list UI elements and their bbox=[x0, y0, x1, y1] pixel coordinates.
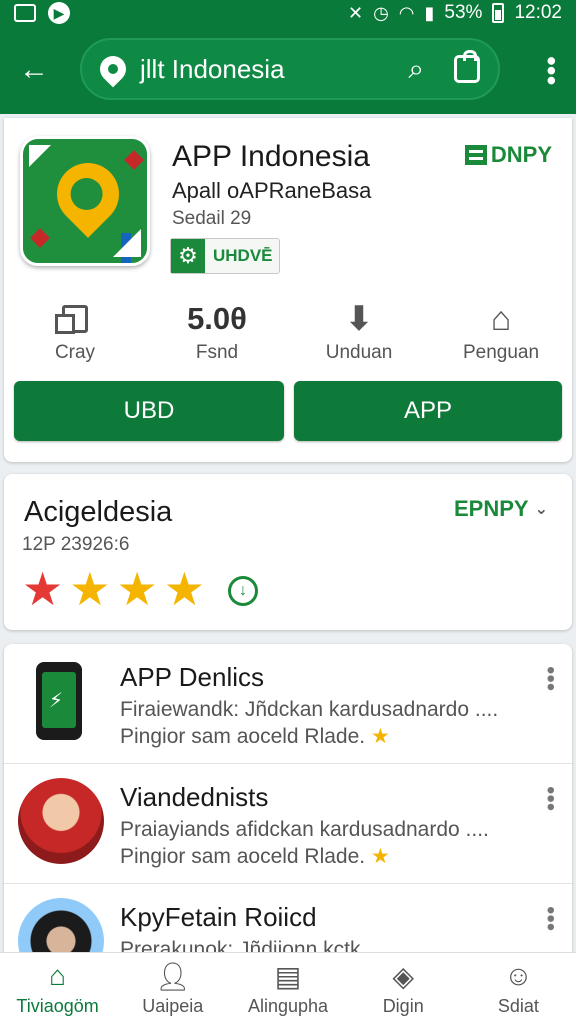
star-icon[interactable]: ★ bbox=[69, 566, 110, 612]
star-icon[interactable]: ★ bbox=[164, 566, 205, 612]
signal-icon: ▮ bbox=[424, 3, 435, 23]
nav-item-profile[interactable]: 👤︎ Uaipeia bbox=[115, 953, 230, 1024]
wifi-icon: ◠ bbox=[398, 3, 415, 23]
content-badge: ⚙ UHDVĒ bbox=[170, 238, 280, 274]
more-options-icon[interactable]: ••• bbox=[537, 906, 564, 931]
star-icon: ★ bbox=[370, 845, 390, 868]
clock: 12:02 bbox=[514, 2, 562, 23]
copy-icon bbox=[55, 305, 88, 334]
rating-meta: 12P 23926:6 bbox=[22, 534, 130, 555]
rating-title: Acigeldesia bbox=[24, 496, 173, 528]
overflow-menu-icon[interactable]: ••• bbox=[536, 56, 567, 85]
battery-icon bbox=[492, 3, 505, 23]
nav-item-account[interactable]: ☺ Sdiat bbox=[461, 953, 576, 1024]
chevron-down-icon: ⌄ bbox=[534, 501, 548, 518]
rating-card: Acigeldesia 12P 23926:6 EPNPY ⌄ ★ ★ ★ ★ … bbox=[4, 474, 572, 630]
mute-icon: ✕ bbox=[347, 3, 364, 23]
stat-cray[interactable]: Cray bbox=[4, 300, 146, 370]
brand-mark-icon bbox=[464, 145, 487, 165]
download-icon: ⬇ bbox=[344, 300, 374, 338]
status-bar: ▶ ✕ ◷ ◠ ▮ 53% 12:02 bbox=[0, 0, 576, 26]
star-icon: ★ bbox=[370, 725, 390, 748]
bottom-navigation: ⌂ Tiviaogöm 👤︎ Uaipeia ▤ Alinguрha ◈ Dig… bbox=[0, 952, 576, 1024]
stat-penguan[interactable]: ⌂ Penguan bbox=[430, 300, 572, 370]
location-pin-icon bbox=[94, 50, 132, 88]
search-icon[interactable]: ⌕ bbox=[408, 53, 424, 86]
account-icon: ☺ bbox=[504, 960, 533, 991]
avatar bbox=[18, 778, 104, 864]
more-options-icon[interactable]: ••• bbox=[537, 786, 564, 811]
back-arrow-icon[interactable]: ← bbox=[14, 52, 54, 88]
install-button[interactable]: APP bbox=[294, 381, 562, 441]
app-details-card: APP Indonesia Apall oAPRaneBasa Sedail 2… bbox=[4, 118, 572, 462]
download-circle-icon[interactable]: ↓ bbox=[228, 576, 258, 606]
house-icon: ⌂ bbox=[490, 299, 512, 338]
star-icon[interactable]: ★ bbox=[117, 566, 158, 612]
gear-icon: ⚙ bbox=[171, 239, 205, 273]
phone-icon bbox=[18, 658, 104, 744]
star-icon[interactable]: ★ bbox=[22, 566, 63, 612]
app-stats: Cray 5.0θ Fsnd ⬇ Unduan ⌂ Penguan bbox=[4, 300, 572, 370]
person-icon: 👤︎ bbox=[155, 961, 191, 992]
primary-left-button[interactable]: UBD bbox=[14, 381, 284, 441]
more-options-icon[interactable]: ••• bbox=[537, 666, 564, 691]
play-icon: ▶ bbox=[48, 2, 70, 24]
document-icon: ▤ bbox=[274, 961, 302, 992]
stat-rating[interactable]: 5.0θ Fsnd bbox=[146, 300, 288, 370]
shopping-bag-icon[interactable] bbox=[454, 50, 480, 83]
related-list: APP Denlics Firaiewandk: Jñdckan kardusa… bbox=[4, 644, 572, 964]
list-item[interactable]: Viandednists Praiayiands afidckan kardus… bbox=[4, 764, 572, 884]
alarm-icon: ◷ bbox=[373, 3, 389, 23]
app-title: APP Indonesia bbox=[172, 140, 370, 173]
battery-percent: 53% bbox=[444, 2, 483, 23]
rating-brand-dropdown[interactable]: EPNPY ⌄ bbox=[454, 496, 548, 522]
nav-item-home[interactable]: ⌂ Tiviaogöm bbox=[0, 953, 115, 1024]
app-developer[interactable]: Apall oAPRaneBasa bbox=[172, 178, 371, 204]
app-icon bbox=[20, 136, 150, 266]
stat-downloads[interactable]: ⬇ Unduan bbox=[288, 300, 430, 370]
star-rating[interactable]: ★ ★ ★ ★ bbox=[22, 566, 205, 612]
nav-item-documents[interactable]: ▤ Alinguрha bbox=[230, 953, 345, 1024]
top-app-bar: ← jllt Indonesia ⌕ ••• bbox=[0, 26, 576, 114]
search-bar[interactable]: jllt Indonesia ⌕ bbox=[80, 38, 500, 100]
home-icon: ⌂ bbox=[49, 960, 67, 991]
notification-icon bbox=[14, 4, 36, 22]
nav-item-layers[interactable]: ◈ Digin bbox=[346, 953, 461, 1024]
app-meta: Sedail 29 bbox=[172, 208, 252, 229]
search-query[interactable]: jllt Indonesia bbox=[140, 54, 408, 85]
list-item[interactable]: APP Denlics Firaiewandk: Jñdckan kardusa… bbox=[4, 644, 572, 764]
rating-value: 5.0θ bbox=[187, 301, 247, 336]
layers-icon: ◈ bbox=[392, 961, 414, 992]
brand-label: DNPY bbox=[464, 142, 552, 168]
